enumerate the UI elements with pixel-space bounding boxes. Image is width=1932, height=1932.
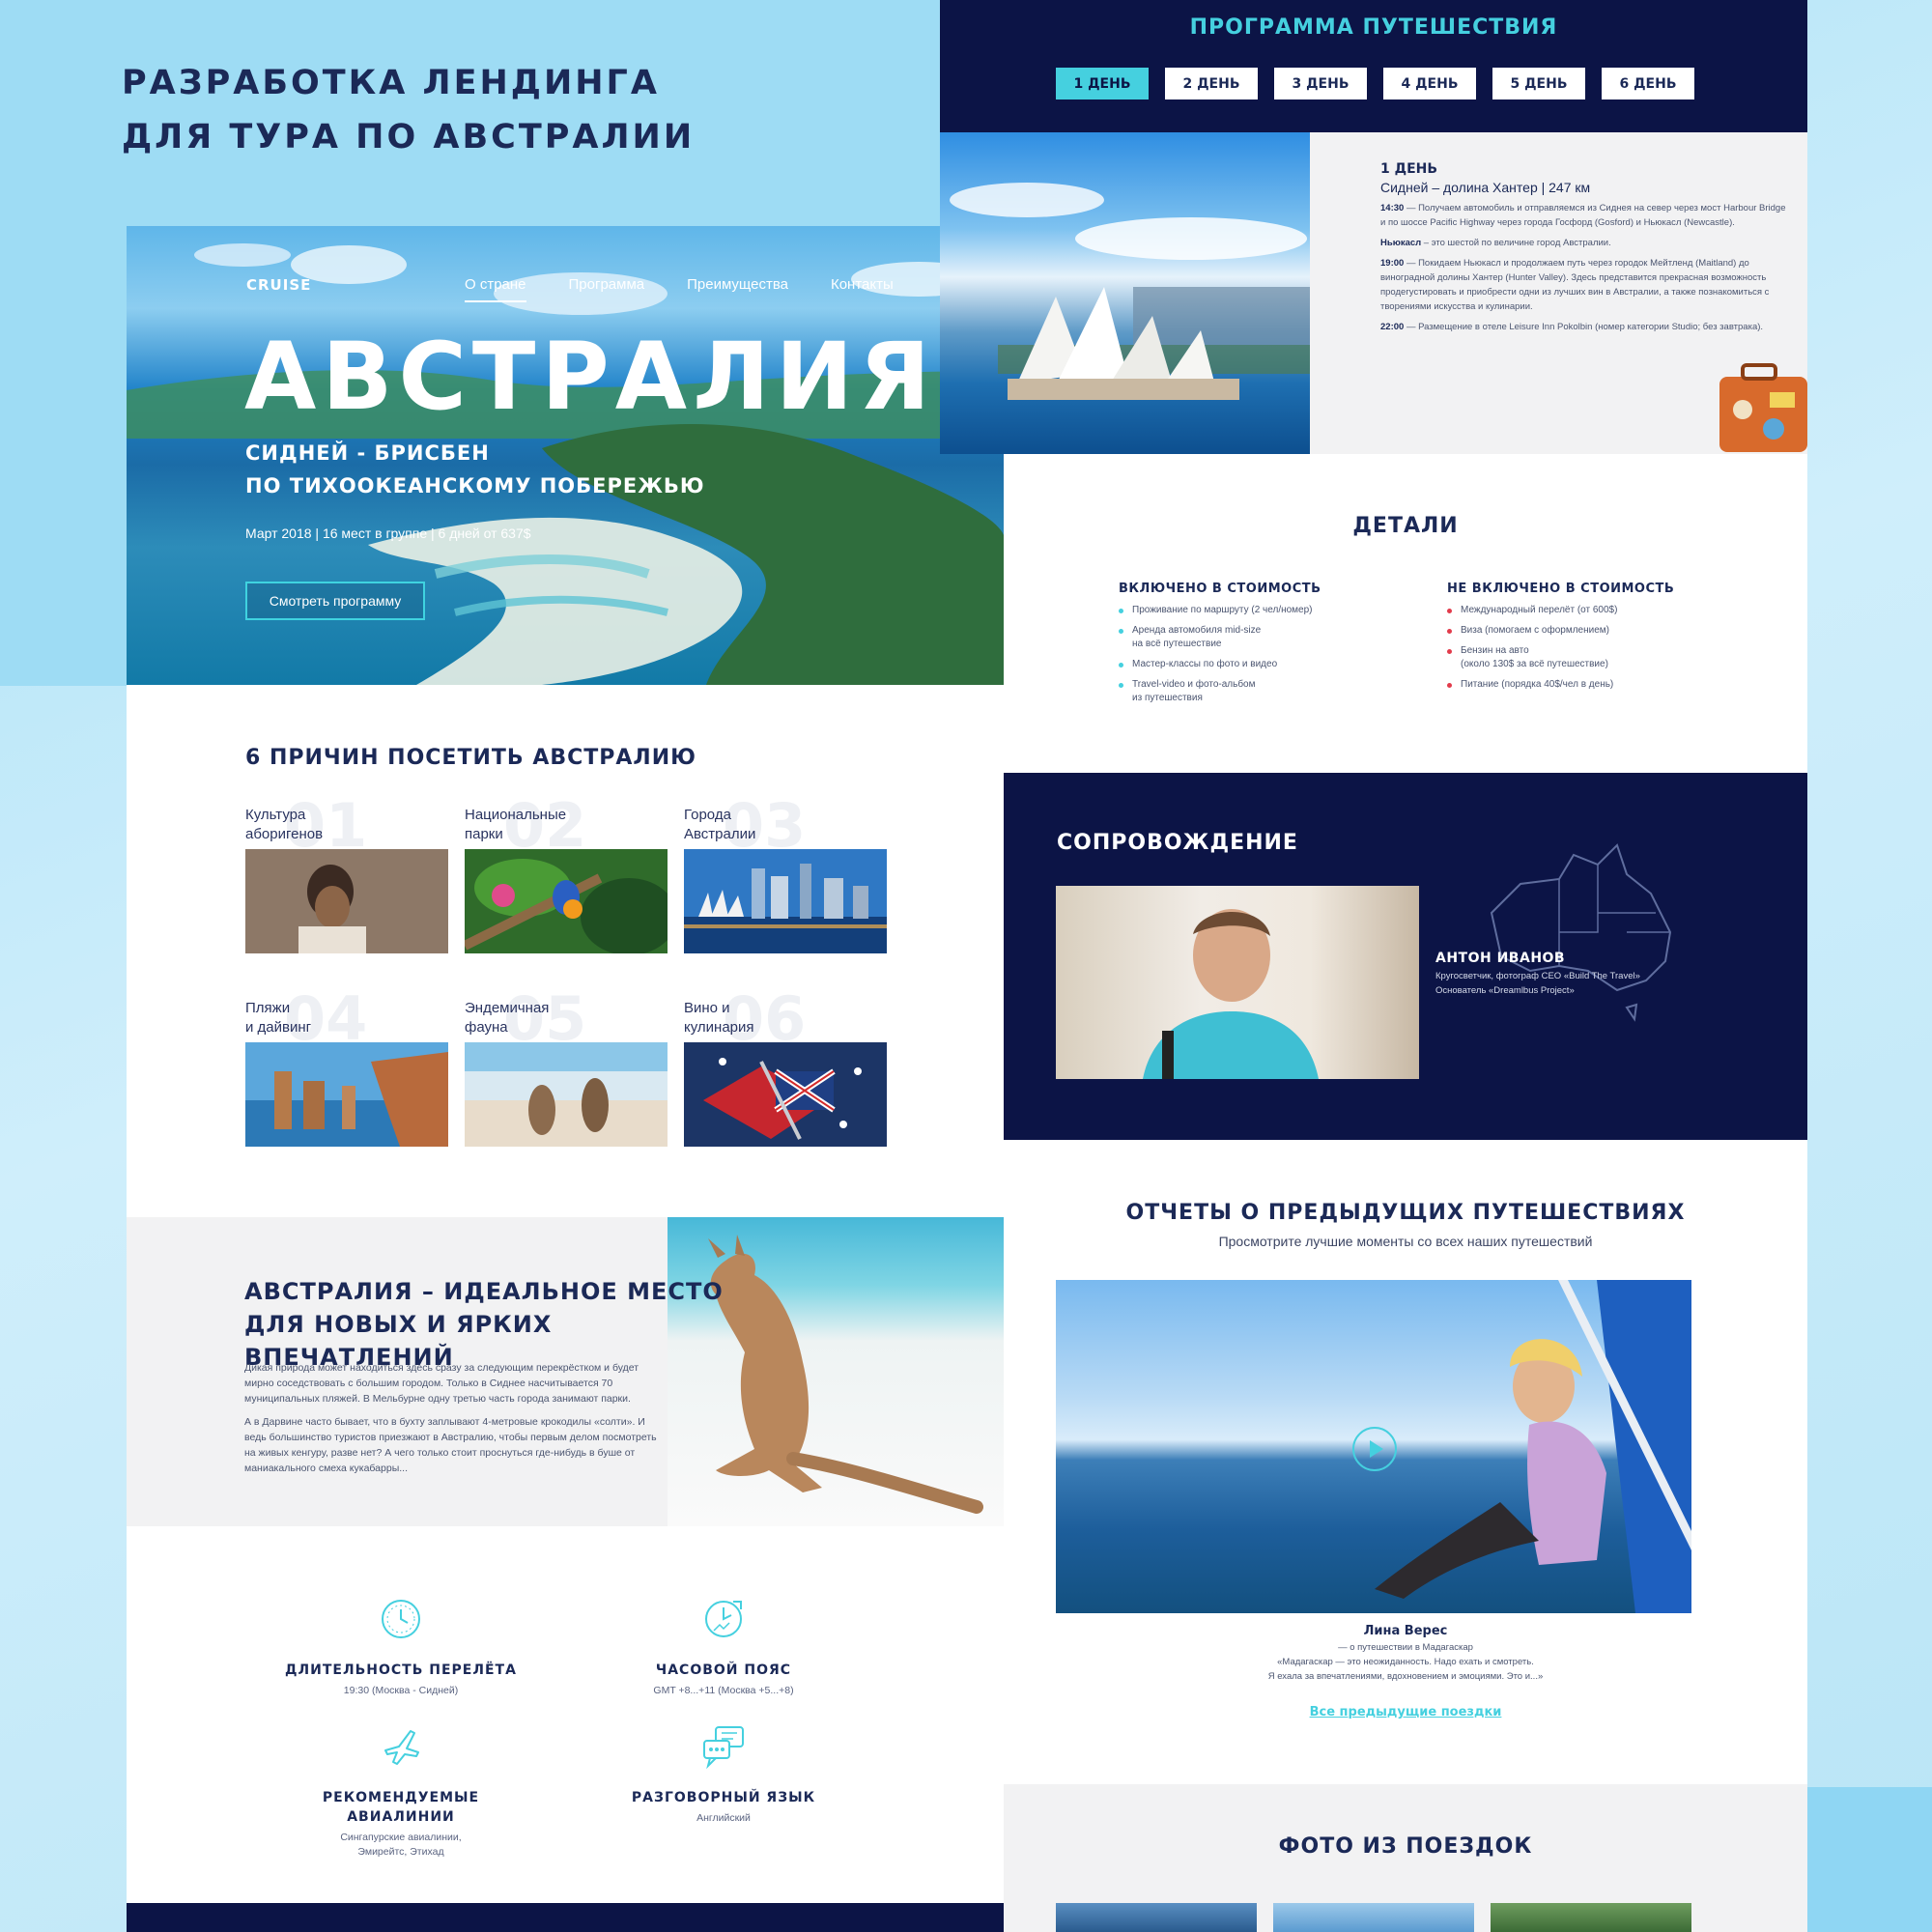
all-trips-link[interactable]: Все предыдущие поездки — [1004, 1705, 1807, 1719]
feature-timezone: ЧАСОВОЙ ПОЯС GMT +8...+11 (Москва +5...+… — [598, 1596, 849, 1698]
endemic-fauna-photo — [465, 1042, 668, 1147]
tab-day-6[interactable]: 6 ДЕНЬ — [1602, 68, 1694, 99]
poster-title: РАЗРАБОТКА ЛЕНДИНГА ДЛЯ ТУРА ПО АВСТРАЛИ… — [122, 64, 696, 156]
tab-day-5[interactable]: 5 ДЕНЬ — [1492, 68, 1585, 99]
program-header: ПРОГРАММА ПУТЕШЕСТВИЯ 1 ДЕНЬ 2 ДЕНЬ 3 ДЕ… — [940, 0, 1807, 132]
trip-photo-thumb[interactable] — [1273, 1903, 1474, 1932]
ideal-place-section: АВСТРАЛИЯ – ИДЕАЛЬНОЕ МЕСТО ДЛЯ НОВЫХ И … — [127, 1217, 1004, 1526]
timezone-icon — [705, 1601, 742, 1637]
clock-icon — [382, 1600, 420, 1638]
day-route: Сидней – долина Хантер | 247 км — [1380, 180, 1591, 195]
reason-card[interactable]: 01 Культура аборигенов — [245, 790, 448, 999]
hero-section: CRUISE О стране Программа Преимущества К… — [127, 226, 1004, 685]
reason-card[interactable]: 05 Эндемичная фауна — [465, 983, 668, 1192]
day-entry: 14:30 — Получаем автомобиль и отправляем… — [1380, 203, 1786, 228]
reports-subtitle: Просмотрите лучшие моменты со всех наших… — [1218, 1234, 1593, 1249]
details-title: ДЕТАЛИ — [1352, 514, 1459, 538]
escort-title: СОПРОВОЖДЕНИЕ — [1057, 831, 1298, 855]
excluded-item: Виза (помогаем с оформлением) — [1447, 624, 1718, 638]
day-entry: 19:00 — Покидаем Ньюкасл и продолжаем пу… — [1380, 258, 1770, 312]
program-sheet: 1 ДЕНЬ Сидней – долина Хантер | 247 км 1… — [940, 132, 1807, 1932]
australian-cities-photo — [684, 849, 887, 953]
review-text: — о путешествии в Мадагаскар «Мадагаскар… — [1267, 1642, 1544, 1682]
wine-cuisine-photo — [684, 1042, 887, 1147]
included-item: Аренда автомобиля mid-size на всё путеше… — [1119, 624, 1389, 651]
excluded-item: Бензин на авто (около 130$ за всё путеше… — [1447, 644, 1718, 671]
guide-bio: Кругосветчик, фотограф CEO «Build The Tr… — [1435, 971, 1640, 996]
reports-title: ОТЧЕТЫ О ПРЕДЫДУЩИХ ПУТЕШЕСТВИЯХ — [1125, 1201, 1686, 1225]
hero-subtitle: СИДНЕЙ - БРИСБЕН ПО ТИХООКЕАНСКОМУ ПОБЕР… — [245, 441, 705, 497]
included-column: ВКЛЮЧЕНО В СТОИМОСТЬ Проживание по маршр… — [1119, 582, 1389, 712]
nav-item-country[interactable]: О стране — [465, 276, 526, 302]
reasons-title: 6 ПРИЧИН ПОСЕТИТЬ АВСТРАЛИЮ — [245, 746, 696, 770]
hero-title: АВСТРАЛИЯ — [244, 323, 937, 431]
tab-day-2[interactable]: 2 ДЕНЬ — [1165, 68, 1258, 99]
included-item: Travel-video и фото-альбом из путешестви… — [1119, 678, 1389, 705]
sydney-opera-photo — [940, 132, 1310, 454]
reason-card[interactable]: 02 Национальные парки — [465, 790, 668, 999]
ideal-title: АВСТРАЛИЯ – ИДЕАЛЬНОЕ МЕСТО ДЛЯ НОВЫХ И … — [244, 1278, 724, 1371]
australia-map-icon — [1490, 843, 1672, 1022]
day-heading: 1 ДЕНЬ — [1380, 161, 1438, 177]
day-entry: 22:00 — Размещение в отеле Leisure Inn P… — [1380, 322, 1764, 332]
excluded-column: НЕ ВКЛЮЧЕНО В СТОИМОСТЬ Международный пе… — [1447, 582, 1718, 698]
suitcase-icon — [1719, 363, 1807, 452]
national-parks-photo — [465, 849, 668, 953]
reviewer-name: Лина Верес — [1363, 1624, 1448, 1638]
footer-strip — [127, 1903, 1004, 1932]
trip-photo-thumb[interactable] — [1056, 1903, 1257, 1932]
photos-title: ФОТО ИЗ ПОЕЗДОК — [1278, 1834, 1533, 1859]
day-entry: Ньюкасл – это шестой по величине город А… — [1380, 238, 1611, 248]
reason-card[interactable]: 04 Пляжи и дайвинг — [245, 983, 448, 1192]
beaches-diving-photo — [245, 1042, 448, 1147]
program-title: ПРОГРАММА ПУТЕШЕСТВИЯ — [1189, 15, 1558, 40]
plane-icon — [384, 1730, 419, 1765]
chat-icon — [703, 1726, 744, 1770]
ideal-paragraph: Дикая природа может находиться здесь сра… — [244, 1362, 639, 1405]
aboriginal-culture-photo — [245, 849, 448, 953]
feature-flight-duration: ДЛИТЕЛЬНОСТЬ ПЕРЕЛЁТА 19:30 (Москва - Си… — [275, 1596, 526, 1698]
feature-language: РАЗГОВОРНЫЙ ЯЗЫК Английский — [598, 1723, 849, 1826]
guide-photo — [1056, 886, 1419, 1079]
trip-photo-thumb[interactable] — [1491, 1903, 1691, 1932]
day-section: 1 ДЕНЬ Сидней – долина Хантер | 247 км 1… — [940, 132, 1807, 454]
play-button[interactable] — [1352, 1427, 1397, 1471]
included-item: Мастер-классы по фото и видео — [1119, 658, 1389, 671]
guide-name: АНТОН ИВАНОВ — [1435, 951, 1566, 966]
reason-card[interactable]: 03 Города Австралии — [684, 790, 887, 999]
view-program-button[interactable]: Смотреть программу — [245, 582, 425, 620]
ideal-paragraph: А в Дарвине часто бывает, что в бухту за… — [244, 1416, 657, 1474]
tab-day-1[interactable]: 1 ДЕНЬ — [1056, 68, 1149, 99]
excluded-item: Питание (порядка 40$/чел в день) — [1447, 678, 1718, 692]
nav-item-advantages[interactable]: Преимущества — [687, 276, 788, 302]
reason-card[interactable]: 06 Вино и кулинария — [684, 983, 887, 1192]
tab-day-3[interactable]: 3 ДЕНЬ — [1274, 68, 1367, 99]
feature-airlines: РЕКОМЕНДУЕМЫЕ АВИАЛИНИИ Сингапурские ави… — [275, 1723, 526, 1860]
report-video[interactable] — [1056, 1280, 1691, 1613]
day-tabs: 1 ДЕНЬ 2 ДЕНЬ 3 ДЕНЬ 4 ДЕНЬ 5 ДЕНЬ 6 ДЕН… — [1056, 68, 1694, 99]
tab-day-4[interactable]: 4 ДЕНЬ — [1383, 68, 1476, 99]
hero-meta: Март 2018 | 16 мест в группе | 6 дней от… — [245, 526, 531, 541]
day-description: 1 ДЕНЬ Сидней – долина Хантер | 247 км 1… — [1380, 161, 1786, 334]
logo[interactable]: CRUISE — [246, 276, 311, 294]
excluded-item: Международный перелёт (от 600$) — [1447, 604, 1718, 617]
nav-item-contacts[interactable]: Контакты — [831, 276, 894, 302]
top-nav: О стране Программа Преимущества Контакты — [465, 276, 894, 302]
escort-section: СОПРОВОЖДЕНИЕ АНТОН ИВАНОВ Кругосветчик,… — [1004, 773, 1807, 1140]
nav-item-program[interactable]: Программа — [569, 276, 645, 302]
landing-left: CRUISE О стране Программа Преимущества К… — [127, 226, 1004, 1932]
included-item: Проживание по маршруту (2 чел/номер) — [1119, 604, 1389, 617]
background-accent — [1806, 1787, 1932, 1932]
landing-right: ПРОГРАММА ПУТЕШЕСТВИЯ 1 ДЕНЬ 2 ДЕНЬ 3 ДЕ… — [940, 0, 1807, 1932]
